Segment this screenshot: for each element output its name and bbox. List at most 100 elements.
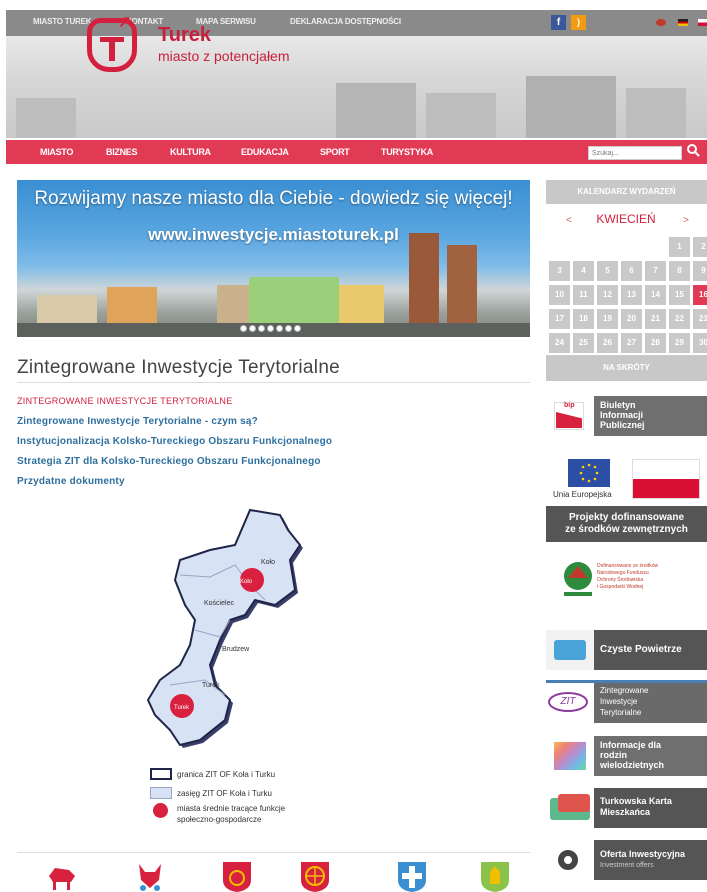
families-link[interactable]: Informacje dla rodzin wielodzietnych [594, 736, 707, 776]
calendar-day[interactable]: 2 [693, 237, 707, 257]
pl-flag-icon [632, 459, 700, 499]
calendar-day[interactable]: 6 [621, 261, 642, 281]
slider-dot[interactable] [258, 325, 265, 332]
nav-item-turystyka[interactable]: TURYSTYKA [381, 147, 433, 157]
facebook-icon[interactable]: f [551, 15, 566, 30]
nav-item-edukacja[interactable]: EDUKACJA [241, 147, 289, 157]
category-link[interactable]: ZINTEGROWANE INWESTYCJE TERYTORIALNE [17, 396, 233, 406]
legend-range-label: zasięg ZIT OF Koła i Turku [177, 789, 272, 798]
calendar-day[interactable]: 27 [621, 333, 642, 353]
calendar-day[interactable]: 29 [669, 333, 690, 353]
wheel-crest-icon[interactable] [298, 860, 332, 892]
calendar-day[interactable]: 9 [693, 261, 707, 281]
flag-en-icon[interactable] [656, 19, 666, 26]
slider-dot[interactable] [249, 325, 256, 332]
legend-city-label-1: miasta średnie tracące funkcje [177, 804, 286, 813]
calendar-day[interactable]: 28 [645, 333, 666, 353]
link-zit-czym-sa[interactable]: Zintegrowane Inwestycje Terytorialne - c… [17, 416, 258, 427]
ox-crest-icon[interactable] [133, 860, 167, 892]
calendar-day[interactable]: 25 [573, 333, 594, 353]
search-icon[interactable] [686, 143, 700, 157]
slider-dot[interactable] [294, 325, 301, 332]
calendar-day[interactable]: 21 [645, 309, 666, 329]
nav-item-sport[interactable]: SPORT [320, 147, 350, 157]
logo-subtitle: miasto z potencjałem [158, 48, 290, 64]
calendar-day[interactable]: 8 [669, 261, 690, 281]
investment-link[interactable]: Oferta Inwestycyjna Investment offers [594, 840, 707, 880]
eu-label: Unia Europejska [553, 490, 612, 499]
divider [17, 852, 530, 853]
clean-air-icon[interactable] [546, 630, 594, 670]
link-przydatne-dokumenty[interactable]: Przydatne dokumenty [17, 476, 125, 487]
gold-crest-icon[interactable] [220, 860, 254, 892]
nav-item-kultura[interactable]: KULTURA [170, 147, 211, 157]
rss-icon[interactable]: ) [571, 15, 586, 30]
eu-projects-link[interactable]: Projekty dofinansowane ze środków zewnętr… [546, 506, 707, 542]
divider [17, 382, 530, 383]
slider-dot[interactable] [276, 325, 283, 332]
legend-range-swatch [150, 787, 172, 799]
zit-region-map: Koło Koło Kościelec Brudzew Turek Turek [146, 508, 303, 748]
banner-headline: Rozwijamy nasze miasto dla Ciebie - dowi… [34, 188, 513, 209]
bull-crest-icon[interactable] [45, 860, 79, 892]
search-input[interactable] [588, 146, 682, 160]
flag-pl-icon[interactable] [698, 19, 707, 26]
investment-icon[interactable] [546, 840, 594, 880]
calendar-day[interactable]: 23 [693, 309, 707, 329]
flag-de-icon[interactable] [678, 19, 688, 26]
calendar-month: KWIECIEŃ [596, 212, 656, 226]
nfos-text[interactable]: Dofinansowano ze środków Narodowego Fundu… [597, 563, 677, 591]
nfos-logo-icon[interactable] [562, 560, 594, 600]
hero-banner[interactable]: Rozwijamy nasze miasto dla Ciebie - dowi… [17, 180, 530, 337]
calendar-day[interactable]: 10 [549, 285, 570, 305]
link-instytucjonalizacja[interactable]: Instytucjonalizacja Kolsko-Tureckiego Ob… [17, 436, 332, 447]
top-link-deklaracja[interactable]: DEKLARACJA DOSTĘPNOŚCI [290, 17, 401, 26]
calendar-day[interactable]: 11 [573, 285, 594, 305]
zit-link[interactable]: Zintegrowane Inwestycje Terytorialne [594, 683, 707, 723]
bip-icon[interactable]: bip [546, 396, 594, 436]
calendar-day[interactable]: 7 [645, 261, 666, 281]
calendar-day[interactable]: 19 [597, 309, 618, 329]
bip-link[interactable]: Biuletyn Informacji Publicznej [594, 396, 707, 436]
logo-title[interactable]: Turek [158, 24, 211, 47]
calendar-day[interactable]: 12 [597, 285, 618, 305]
map-label-turek: Turek [202, 682, 220, 689]
calendar-day[interactable]: 14 [645, 285, 666, 305]
families-icon[interactable] [546, 736, 594, 776]
nav-item-biznes[interactable]: BIZNES [106, 147, 138, 157]
link-strategia-zit[interactable]: Strategia ZIT dla Kolsko-Tureckiego Obsz… [17, 456, 321, 467]
green-crest-icon[interactable] [478, 860, 512, 892]
zit-logo-icon[interactable]: ZIT [548, 692, 588, 712]
calendar-day[interactable]: 15 [669, 285, 690, 305]
calendar-next-button[interactable]: > [683, 215, 689, 226]
calendar-day[interactable]: 24 [549, 333, 570, 353]
slider-dot[interactable] [285, 325, 292, 332]
cross-crest-icon[interactable] [395, 860, 429, 892]
calendar-day[interactable]: 18 [573, 309, 594, 329]
map-label-kolo-city: Koło [240, 579, 253, 585]
map-label-koscielec: Kościelec [204, 600, 234, 607]
calendar-empty-cell [621, 237, 642, 257]
calendar-prev-button[interactable]: < [566, 215, 572, 226]
calendar-day[interactable]: 17 [549, 309, 570, 329]
calendar-day[interactable]: 3 [549, 261, 570, 281]
banner-url[interactable]: www.inwestycje.miastoturek.pl [17, 225, 530, 245]
slider-dot[interactable] [240, 325, 247, 332]
calendar-empty-cell [597, 237, 618, 257]
calendar-day[interactable]: 5 [597, 261, 618, 281]
legend-city-swatch [153, 803, 168, 818]
calendar-day[interactable]: 20 [621, 309, 642, 329]
top-link-miasto-turek[interactable]: MIASTO TUREK [33, 17, 92, 26]
slider-dot[interactable] [267, 325, 274, 332]
calendar-day[interactable]: 4 [573, 261, 594, 281]
calendar-day[interactable]: 30 [693, 333, 707, 353]
calendar-day[interactable]: 16 [693, 285, 707, 305]
resident-card-link[interactable]: Turkowska Karta Mieszkańca [594, 788, 707, 828]
clean-air-link[interactable]: Czyste Powietrze [594, 630, 707, 670]
calendar-day[interactable]: 22 [669, 309, 690, 329]
calendar-day[interactable]: 1 [669, 237, 690, 257]
nav-item-miasto[interactable]: MIASTO [40, 147, 73, 157]
resident-card-icon[interactable] [546, 788, 594, 828]
calendar-day[interactable]: 26 [597, 333, 618, 353]
calendar-day[interactable]: 13 [621, 285, 642, 305]
